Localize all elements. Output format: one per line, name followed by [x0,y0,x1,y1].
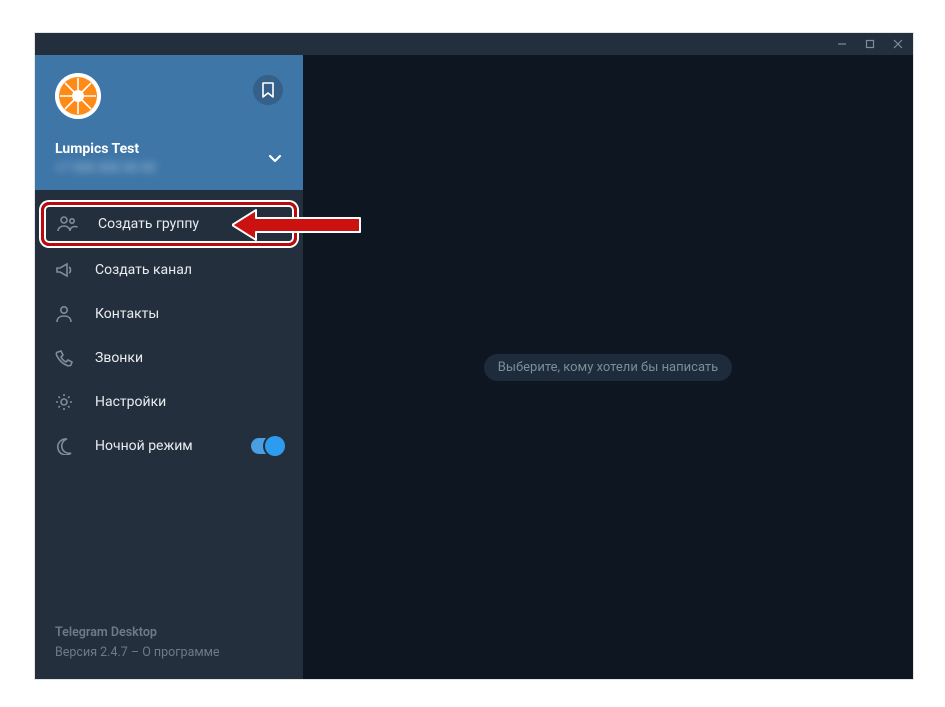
menu-new-group[interactable]: Создать группу [41,202,297,246]
avatar[interactable] [55,73,101,119]
phone-icon [53,349,75,367]
menu-item-label: Контакты [95,306,159,322]
profile-header: Lumpics Test +7 000 000 00 00 [35,55,303,190]
sidebar-footer: Telegram Desktop Версия 2.4.7 – О програ… [35,607,303,679]
window-maximize-button[interactable] [865,39,875,49]
menu-new-channel[interactable]: Создать канал [35,248,303,292]
gear-icon [53,392,75,412]
version-prefix: Версия [55,645,100,660]
accounts-caret[interactable] [267,150,283,166]
version-number: 2.4.7 [100,645,128,660]
moon-icon [53,437,75,455]
main-area: Выберите, кому хотели бы написать [303,55,913,679]
menu-item-label: Создать группу [98,216,199,232]
saved-messages-button[interactable] [253,75,283,105]
menu-night-mode[interactable]: Ночной режим [35,424,303,468]
chevron-down-icon [267,150,283,166]
about-link[interactable]: О программе [142,645,219,660]
version-line: Версия 2.4.7 – О программе [55,643,283,663]
menu: Создать группу Создать канал [35,190,303,607]
menu-settings[interactable]: Настройки [35,380,303,424]
group-icon [56,215,78,233]
night-mode-toggle[interactable] [251,438,285,454]
megaphone-icon [53,260,75,280]
sidebar: Lumpics Test +7 000 000 00 00 [35,55,303,679]
menu-item-label: Настройки [95,394,166,410]
menu-item-label: Создать канал [95,262,192,278]
menu-calls[interactable]: Звонки [35,336,303,380]
empty-hint: Выберите, кому хотели бы написать [484,354,732,381]
app-window: Lumpics Test +7 000 000 00 00 [35,33,913,679]
menu-contacts[interactable]: Контакты [35,292,303,336]
bookmark-icon [261,82,275,98]
window-body: Lumpics Test +7 000 000 00 00 [35,55,913,679]
menu-item-label: Ночной режим [95,438,193,454]
person-icon [53,304,75,324]
menu-item-label: Звонки [95,350,143,366]
window-close-button[interactable] [893,39,903,49]
profile-name[interactable]: Lumpics Test [55,141,283,157]
window-minimize-button[interactable] [837,39,847,49]
titlebar [35,33,913,55]
app-name: Telegram Desktop [55,623,283,643]
version-sep: – [128,645,142,660]
profile-phone: +7 000 000 00 00 [55,161,283,176]
